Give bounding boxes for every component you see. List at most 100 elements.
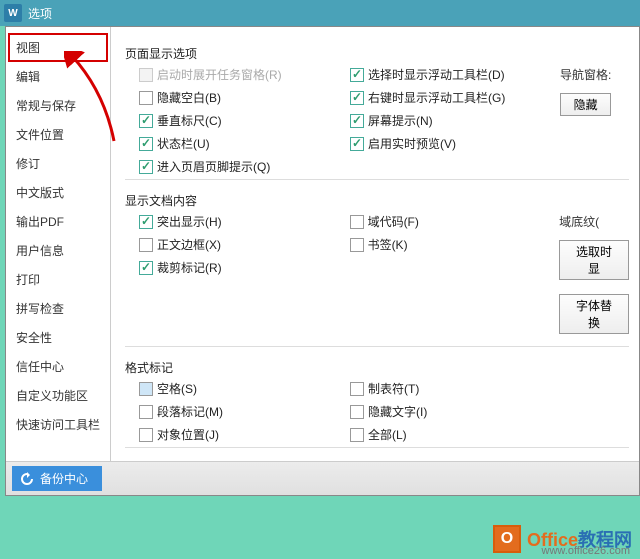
sidebar-item-general-save[interactable]: 常规与保存 <box>6 91 110 120</box>
button-label: 隐藏 <box>574 98 598 112</box>
checkbox[interactable] <box>350 215 364 229</box>
checkbox-label: 段落标记(M) <box>157 403 223 420</box>
window-title: 选项 <box>28 5 52 22</box>
sidebar-item-print[interactable]: 打印 <box>6 265 110 294</box>
cb-float-toolbar-select[interactable]: 选择时显示浮动工具栏(D) <box>350 66 560 83</box>
group-title: 格式标记 <box>125 359 629 376</box>
cb-startup-taskpane: 启动时展开任务窗格(R) <box>139 66 350 83</box>
watermark-icon: O <box>493 525 521 553</box>
cb-bookmarks[interactable]: 书签(K) <box>350 236 560 253</box>
cb-object-position[interactable]: 对象位置(J) <box>139 426 350 443</box>
checkbox[interactable] <box>350 428 364 442</box>
watermark: O Office教程网 www.office26.com <box>493 525 632 553</box>
checkbox[interactable] <box>350 405 364 419</box>
sidebar-item-label: 自定义功能区 <box>16 389 88 403</box>
sidebar-item-spellcheck[interactable]: 拼写检查 <box>6 294 110 323</box>
checkbox-label: 垂直标尺(C) <box>157 112 222 129</box>
checkbox-label: 空格(S) <box>157 380 197 397</box>
group-format-marks: 格式标记 空格(S) 段落标记(M) 对象位置(J) 制表符(T) 隐藏文字(I… <box>125 346 629 443</box>
backup-center-button[interactable]: 备份中心 <box>12 466 102 491</box>
dialog-body: 视图 编辑 常规与保存 文件位置 修订 中文版式 输出PDF 用户信息 打印 拼… <box>6 27 639 461</box>
cb-highlight[interactable]: 突出显示(H) <box>139 213 350 230</box>
sidebar-item-label: 打印 <box>16 273 40 287</box>
cb-hidden-text[interactable]: 隐藏文字(I) <box>350 403 560 420</box>
watermark-url: www.office26.com <box>542 545 630 557</box>
checkbox[interactable] <box>350 382 364 396</box>
group-title: 页面显示选项 <box>125 45 629 62</box>
checkbox[interactable] <box>139 91 153 105</box>
cb-paragraph-marks[interactable]: 段落标记(M) <box>139 403 350 420</box>
sidebar-item-quick-access[interactable]: 快速访问工具栏 <box>6 410 110 439</box>
sidebar-item-label: 拼写检查 <box>16 302 64 316</box>
cb-spaces[interactable]: 空格(S) <box>139 380 350 397</box>
button-label: 备份中心 <box>40 470 88 487</box>
checkbox-label: 隐藏空白(B) <box>157 89 221 106</box>
field-shading-button[interactable]: 选取时显 <box>559 240 629 280</box>
checkbox[interactable] <box>139 160 153 174</box>
checkbox-label: 状态栏(U) <box>157 135 210 152</box>
sidebar-item-label: 输出PDF <box>16 215 64 229</box>
cb-status-bar[interactable]: 状态栏(U) <box>139 135 350 152</box>
checkbox-label: 制表符(T) <box>368 380 419 397</box>
cb-hide-blank[interactable]: 隐藏空白(B) <box>139 89 350 106</box>
sidebar: 视图 编辑 常规与保存 文件位置 修订 中文版式 输出PDF 用户信息 打印 拼… <box>6 27 111 461</box>
sidebar-item-revision[interactable]: 修订 <box>6 149 110 178</box>
group-title: 显示文档内容 <box>125 192 629 209</box>
cb-field-codes[interactable]: 域代码(F) <box>350 213 560 230</box>
sidebar-item-security[interactable]: 安全性 <box>6 323 110 352</box>
cb-header-footer-hint[interactable]: 进入页眉页脚提示(Q) <box>139 158 350 175</box>
checkbox[interactable] <box>139 137 153 151</box>
checkbox[interactable] <box>350 114 364 128</box>
checkbox-label: 选择时显示浮动工具栏(D) <box>368 66 505 83</box>
title-bar: W 选项 <box>0 0 640 26</box>
sidebar-item-chinese-layout[interactable]: 中文版式 <box>6 178 110 207</box>
cb-float-toolbar-rclick[interactable]: 右键时显示浮动工具栏(G) <box>350 89 560 106</box>
field-shading-label: 域底纹( <box>559 213 629 230</box>
dialog-footer: 备份中心 <box>6 461 639 495</box>
font-substitution-button[interactable]: 字体替换 <box>559 294 629 334</box>
checkbox[interactable] <box>139 405 153 419</box>
checkbox[interactable] <box>350 68 364 82</box>
checkbox[interactable] <box>350 137 364 151</box>
cb-tabs[interactable]: 制表符(T) <box>350 380 560 397</box>
sidebar-item-label: 快速访问工具栏 <box>16 418 100 432</box>
sidebar-item-label: 文件位置 <box>16 128 64 142</box>
checkbox-label: 全部(L) <box>368 426 407 443</box>
cb-all[interactable]: 全部(L) <box>350 426 560 443</box>
sidebar-item-file-location[interactable]: 文件位置 <box>6 120 110 149</box>
checkbox-label: 对象位置(J) <box>157 426 219 443</box>
checkbox[interactable] <box>350 91 364 105</box>
sidebar-item-user-info[interactable]: 用户信息 <box>6 236 110 265</box>
checkbox-label: 裁剪标记(R) <box>157 259 222 276</box>
checkbox-label: 书签(K) <box>368 236 408 253</box>
nav-pane-button[interactable]: 隐藏 <box>560 93 611 116</box>
checkbox[interactable] <box>139 215 153 229</box>
checkbox[interactable] <box>139 114 153 128</box>
cb-vertical-ruler[interactable]: 垂直标尺(C) <box>139 112 350 129</box>
sidebar-item-label: 编辑 <box>16 70 40 84</box>
sidebar-item-edit[interactable]: 编辑 <box>6 62 110 91</box>
cb-crop-marks[interactable]: 裁剪标记(R) <box>139 259 350 276</box>
cb-live-preview[interactable]: 启用实时预览(V) <box>350 135 560 152</box>
checkbox[interactable] <box>139 428 153 442</box>
checkbox-label: 启动时展开任务窗格(R) <box>157 66 282 83</box>
sidebar-item-trust-center[interactable]: 信任中心 <box>6 352 110 381</box>
sidebar-item-customize-ribbon[interactable]: 自定义功能区 <box>6 381 110 410</box>
nav-pane-label: 导航窗格: <box>560 66 611 83</box>
checkbox-label: 启用实时预览(V) <box>368 135 456 152</box>
sidebar-item-label: 安全性 <box>16 331 52 345</box>
sidebar-item-view[interactable]: 视图 <box>8 33 108 62</box>
checkbox-label: 右键时显示浮动工具栏(G) <box>368 89 505 106</box>
checkbox-label: 屏幕提示(N) <box>368 112 433 129</box>
cb-text-border[interactable]: 正文边框(X) <box>139 236 350 253</box>
sidebar-item-label: 中文版式 <box>16 186 64 200</box>
sidebar-item-export-pdf[interactable]: 输出PDF <box>6 207 110 236</box>
checkbox[interactable] <box>350 238 364 252</box>
group-page-display: 页面显示选项 启动时展开任务窗格(R) 隐藏空白(B) 垂直标尺(C) 状态栏(… <box>125 33 629 175</box>
app-icon: W <box>4 4 22 22</box>
cb-screen-tips[interactable]: 屏幕提示(N) <box>350 112 560 129</box>
sidebar-item-label: 信任中心 <box>16 360 64 374</box>
checkbox[interactable] <box>139 238 153 252</box>
checkbox[interactable] <box>139 382 153 396</box>
checkbox[interactable] <box>139 261 153 275</box>
